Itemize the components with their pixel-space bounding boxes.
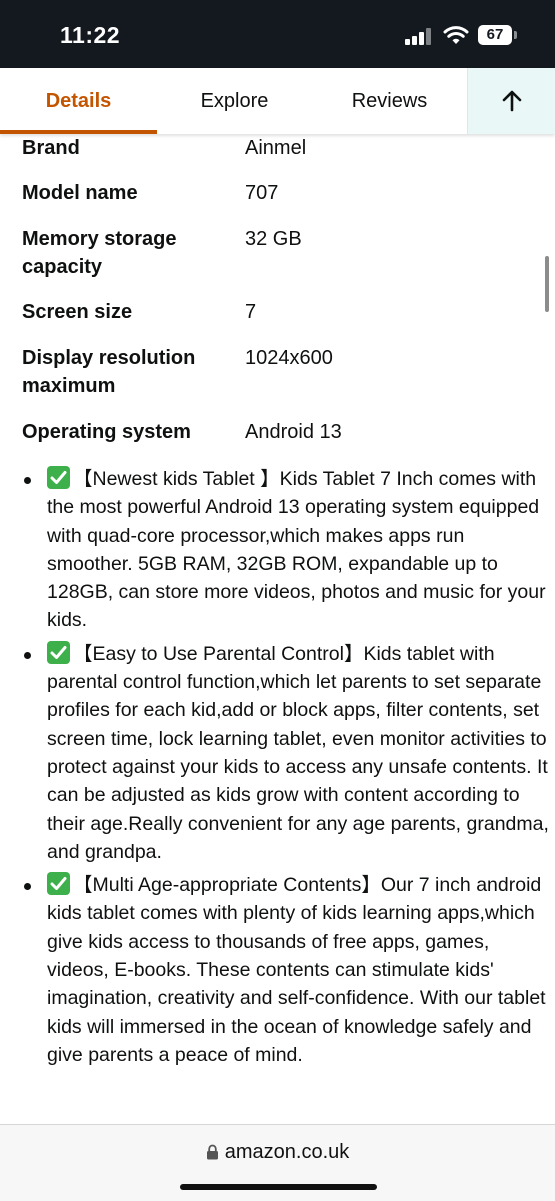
spec-row: Brand Ainmel <box>22 134 542 179</box>
arrow-up-icon <box>502 90 522 112</box>
spec-label: Brand <box>22 137 80 159</box>
spec-value: 1024x600 <box>245 347 333 369</box>
scrollbar[interactable] <box>545 256 549 312</box>
spec-row: Operating system Android 13 <box>22 418 542 458</box>
product-details-table: Brand Ainmel Model name 707 Memory stora… <box>22 134 542 458</box>
check-mark-icon <box>47 466 70 489</box>
battery-tip <box>514 31 517 39</box>
spec-value: Ainmel <box>245 137 307 159</box>
bullet-text: 【Multi Age-appropriate Contents】Our 7 in… <box>47 874 546 1066</box>
bullet-text: 【Easy to Use Parental Control】Kids table… <box>47 642 549 863</box>
spec-value: 32 GB <box>245 228 302 250</box>
tab-bar: Details Explore Reviews <box>0 68 555 134</box>
spec-label: Screen size <box>22 301 133 323</box>
spec-label: Operating system <box>22 421 191 443</box>
bullet-dot <box>24 477 31 484</box>
spec-label: Memory storage capacity <box>22 228 177 278</box>
home-indicator[interactable] <box>180 1184 377 1190</box>
bullet-text: 【Newest kids Tablet 】Kids Tablet 7 Inch … <box>47 468 546 632</box>
tab-reviews[interactable]: Reviews <box>312 68 467 134</box>
spec-value: 707 <box>245 182 279 204</box>
status-time: 11:22 <box>60 22 121 48</box>
spec-label: Model name <box>22 182 138 204</box>
bullet-dot <box>24 883 31 891</box>
check-mark-icon <box>47 872 70 896</box>
cellular-signal-icon <box>405 28 433 45</box>
url-text: amazon.co.uk <box>224 1141 350 1163</box>
feature-bullet-list: 【Newest kids Tablet 】Kids Tablet 7 Inch … <box>22 465 552 1074</box>
spec-value: Android 13 <box>245 421 342 443</box>
tab-details[interactable]: Details <box>0 68 157 134</box>
spec-row: Screen size 7 <box>22 298 542 344</box>
browser-address-bar: amazon.co.uk <box>0 1124 555 1201</box>
list-item: 【Multi Age-appropriate Contents】Our 7 in… <box>22 871 552 1069</box>
lock-icon <box>206 1144 218 1160</box>
url-display[interactable]: amazon.co.uk <box>0 1141 555 1164</box>
list-item: 【Easy to Use Parental Control】Kids table… <box>22 640 552 866</box>
spec-value: 7 <box>245 301 257 323</box>
scroll-to-top-button[interactable] <box>467 68 555 134</box>
spec-row: Display resolution maximum 1024x600 <box>22 344 542 418</box>
spec-label: Display resolution maximum <box>22 347 196 397</box>
wifi-icon <box>443 26 469 44</box>
check-mark-icon <box>47 640 70 664</box>
spec-row: Model name 707 <box>22 179 542 225</box>
spec-row: Memory storage capacity 32 GB <box>22 225 542 298</box>
status-bar: 11:22 67 <box>0 0 555 68</box>
bullet-dot <box>24 651 31 659</box>
battery-icon: 67 <box>478 25 512 45</box>
tab-explore[interactable]: Explore <box>157 68 312 134</box>
list-item: 【Newest kids Tablet 】Kids Tablet 7 Inch … <box>22 465 552 635</box>
